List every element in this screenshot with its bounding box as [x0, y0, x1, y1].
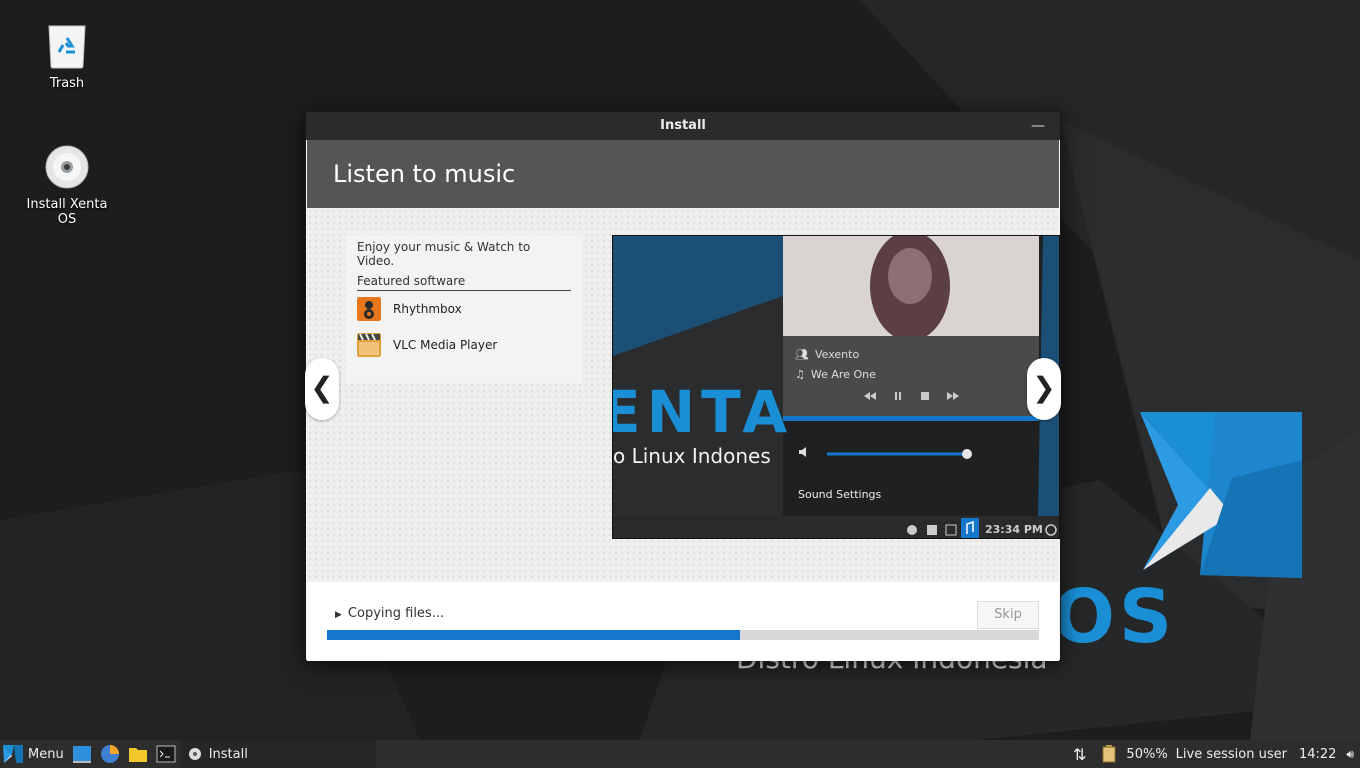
volume-indicator[interactable]: 🔊︎: [1342, 740, 1360, 768]
slide-text-panel: Enjoy your music & Watch to Video. Featu…: [346, 235, 582, 383]
progress-status: Copying files...: [347, 606, 445, 621]
screenshot-clock: 23:34 PM: [985, 523, 1043, 536]
progress-bar-fill: [327, 630, 740, 640]
person-icon: 👥︎: [795, 348, 809, 361]
expand-triangle-icon: ▶: [335, 610, 342, 620]
desktop-icon-trash[interactable]: Trash: [17, 22, 117, 91]
slideshow: Enjoy your music & Watch to Video. Featu…: [305, 208, 1061, 581]
xenta-menu-icon: [3, 745, 23, 763]
clock[interactable]: 14:22: [1293, 740, 1342, 768]
desktop-icon-label: Trash: [49, 76, 85, 91]
launcher-show-desktop[interactable]: [68, 740, 96, 768]
featured-software-title: Featured software: [357, 274, 571, 291]
window-title: Install: [660, 118, 706, 133]
trash-icon: [48, 25, 86, 69]
battery-indicator[interactable]: [1094, 740, 1124, 768]
app-name: VLC Media Player: [393, 338, 498, 352]
taskbar-window-install[interactable]: Install: [179, 740, 376, 768]
slide-description: Enjoy your music & Watch to Video.: [357, 240, 531, 268]
desktop-icon-install-xenta[interactable]: Install Xenta OS: [17, 143, 117, 227]
session-user[interactable]: Live session user: [1170, 740, 1293, 768]
track-name: We Are One: [810, 368, 876, 381]
speaker-icon: 🔊︎: [1346, 746, 1354, 761]
installer-window: Install — Listen to music Enjoy your mus…: [305, 111, 1061, 661]
screenshot-sound-settings: Sound Settings: [798, 488, 882, 501]
show-desktop-icon: [72, 746, 91, 763]
screenshot-brand-subtext: o Linux Indones: [613, 444, 771, 468]
disc-icon: [45, 145, 89, 189]
progress-footer: ▶ Copying files... Skip: [307, 582, 1059, 661]
music-note-icon: ♫: [795, 368, 805, 381]
previous-slide-button[interactable]: ❮: [305, 358, 339, 420]
launcher-terminal[interactable]: [152, 740, 180, 768]
taskbar: Menu Install ⇅ 50%% Live session user 14…: [0, 740, 1360, 768]
featured-app-rhythmbox: Rhythmbox: [357, 291, 571, 327]
launcher-file-manager[interactable]: [124, 740, 152, 768]
folder-icon: [128, 748, 147, 762]
minimize-button[interactable]: —: [1028, 112, 1048, 140]
vlc-icon: [357, 333, 381, 357]
progress-details-toggle[interactable]: ▶ Copying files...: [335, 606, 444, 621]
screenshot-brand-text: ENTA: [612, 378, 794, 446]
network-indicator[interactable]: ⇅: [1065, 740, 1094, 768]
menu-label: Menu: [28, 746, 64, 762]
desktop-icon-label: Install Xenta OS: [26, 197, 108, 227]
app-name: Rhythmbox: [393, 302, 462, 316]
next-slide-button[interactable]: ❯: [1027, 358, 1061, 420]
battery-icon: [1102, 745, 1116, 763]
taskbar-window-label: Install: [208, 746, 248, 762]
screenshot-artist: 👥︎ Vexento: [795, 348, 859, 361]
disc-icon: [188, 748, 201, 760]
terminal-icon: [156, 745, 176, 763]
web-browser-icon: [100, 745, 119, 763]
battery-percent: 50%%: [1126, 746, 1168, 762]
progress-bar: [327, 630, 1039, 640]
network-arrows-icon: ⇅: [1073, 744, 1087, 764]
screenshot-track: ♫ We Are One: [795, 368, 876, 381]
wallpaper-logo-title: OS: [1052, 574, 1177, 660]
slide-header: Listen to music: [307, 140, 1059, 208]
featured-app-vlc: VLC Media Player: [357, 327, 571, 363]
skip-button[interactable]: Skip: [977, 601, 1039, 629]
slide-screenshot: ENTA o Linux Indones 👥︎ Vexento ♫ We Are O…: [612, 235, 1060, 539]
artist-name: Vexento: [814, 348, 860, 361]
rhythmbox-icon: [357, 297, 381, 321]
menu-button[interactable]: Menu: [0, 740, 68, 768]
window-titlebar[interactable]: Install —: [306, 112, 1060, 140]
launcher-browser[interactable]: [96, 740, 124, 768]
